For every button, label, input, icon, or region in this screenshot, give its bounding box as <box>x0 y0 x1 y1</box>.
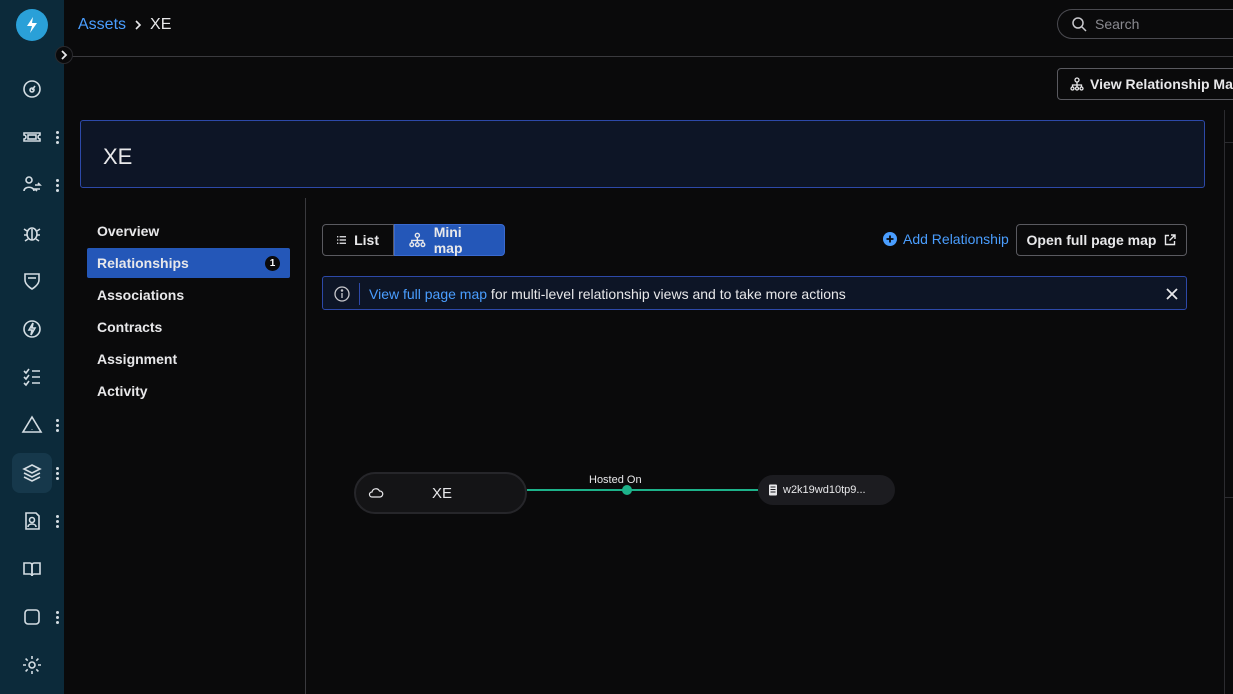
close-icon[interactable] <box>1165 287 1179 301</box>
list-view-button[interactable]: List <box>322 224 394 256</box>
nav-item-contracts[interactable]: Contracts <box>87 312 290 342</box>
open-full-page-map-label: Open full page map <box>1026 232 1157 248</box>
nav-item-assignment[interactable]: Assignment <box>87 344 290 374</box>
bolt-logo-icon[interactable] <box>16 9 48 41</box>
tickets-icon[interactable] <box>12 117 52 157</box>
list-view-label: List <box>354 232 379 248</box>
list-icon <box>337 236 347 244</box>
hierarchy-icon <box>409 232 426 248</box>
view-relationship-map-label: View Relationship Map <box>1090 76 1233 92</box>
info-icon <box>334 286 350 302</box>
add-relationship-label: Add Relationship <box>903 231 1009 247</box>
expand-rail-button[interactable] <box>55 46 73 64</box>
hierarchy-icon <box>1070 77 1084 91</box>
source-node[interactable]: XE <box>354 472 527 514</box>
count-badge: 1 <box>265 256 280 271</box>
changes-more-icon[interactable] <box>52 175 62 195</box>
nav-item-label: Activity <box>97 383 148 399</box>
page-title: XE <box>103 144 133 169</box>
layers-more-icon[interactable] <box>52 463 62 483</box>
left-rail <box>0 0 64 694</box>
right-panel-tick <box>1224 142 1233 143</box>
add-relationship-link[interactable]: Add Relationship <box>883 231 1009 247</box>
mini-map-button[interactable]: Mini map <box>394 224 505 256</box>
search-input[interactable]: Search <box>1057 9 1233 39</box>
checklist-icon[interactable] <box>12 357 52 397</box>
nav-item-label: Assignment <box>97 351 178 367</box>
nav-item-label: Relationships <box>97 255 189 271</box>
nav-item-label: Contracts <box>97 319 163 335</box>
server-icon <box>769 484 777 496</box>
people-icon[interactable] <box>12 501 52 541</box>
mini-map-label: Mini map <box>433 224 463 256</box>
tickets-more-icon[interactable] <box>52 127 62 147</box>
view-toggle: List Mini map <box>322 224 505 256</box>
top-bar: Assets XE Search <box>64 0 1233 57</box>
bug-icon[interactable] <box>12 213 52 253</box>
search-placeholder: Search <box>1095 16 1140 32</box>
asset-title-card: XE <box>80 120 1205 188</box>
breadcrumb-current: XE <box>150 16 172 33</box>
flash-icon[interactable] <box>12 309 52 349</box>
people-more-icon[interactable] <box>52 511 62 531</box>
changes-icon[interactable] <box>12 165 52 205</box>
dashboard-icon[interactable] <box>12 69 52 109</box>
gear-icon[interactable] <box>12 645 52 685</box>
edge-label: Hosted On <box>589 474 642 486</box>
right-panel-tick <box>1224 497 1233 498</box>
nav-item-associations[interactable]: Associations <box>87 280 290 310</box>
view-full-page-map-link[interactable]: View full page map <box>369 286 487 302</box>
search-icon <box>1072 16 1087 32</box>
target-node[interactable]: w2k19wd10tp9... <box>758 475 895 505</box>
view-relationship-map-button[interactable]: View Relationship Map <box>1057 68 1233 100</box>
banner-text: for multi-level relationship views and t… <box>487 286 846 302</box>
right-panel-edge <box>1224 110 1225 694</box>
alert-icon[interactable] <box>12 405 52 445</box>
info-banner: View full page map for multi-level relat… <box>322 276 1187 310</box>
content-divider <box>305 198 306 694</box>
open-full-page-map-button[interactable]: Open full page map <box>1016 224 1187 256</box>
relationship-edge <box>527 489 758 491</box>
source-node-label: XE <box>432 485 453 502</box>
nav-item-relationships[interactable]: Relationships 1 <box>87 248 290 278</box>
nav-item-label: Associations <box>97 287 185 303</box>
shield-icon[interactable] <box>12 261 52 301</box>
book-icon[interactable] <box>12 549 52 589</box>
nav-item-activity[interactable]: Activity <box>87 376 290 406</box>
breadcrumb-assets-link[interactable]: Assets <box>78 16 126 34</box>
chevron-right-icon <box>135 20 142 30</box>
nav-item-label: Overview <box>97 223 160 239</box>
asset-side-nav: Overview Relationships 1 Associations Co… <box>87 216 290 408</box>
banner-message: View full page map for multi-level relat… <box>369 286 846 302</box>
layers-icon[interactable] <box>12 453 52 493</box>
banner-separator <box>359 283 360 305</box>
edge-midpoint[interactable] <box>622 485 632 495</box>
breadcrumb: Assets XE <box>78 16 171 34</box>
alert-more-icon[interactable] <box>52 415 62 435</box>
square-more-icon[interactable] <box>52 607 62 627</box>
target-node-label: w2k19wd10tp9... <box>783 484 866 496</box>
square-icon[interactable] <box>12 597 52 637</box>
nav-item-overview[interactable]: Overview <box>87 216 290 246</box>
external-link-icon <box>1165 234 1177 246</box>
plus-circle-icon <box>883 232 897 246</box>
cloud-icon <box>368 488 384 498</box>
